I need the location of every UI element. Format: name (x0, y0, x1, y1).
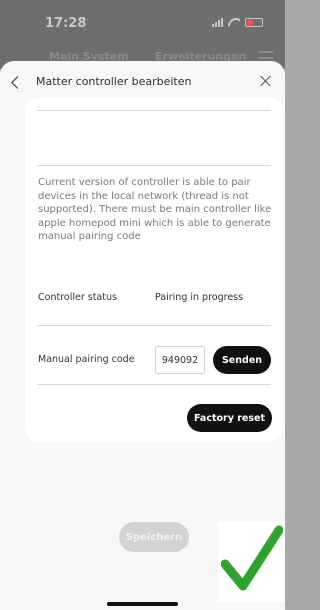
signal-icon (212, 18, 223, 27)
status-bar: 17:28 (0, 0, 285, 44)
checkmark-overlay (218, 522, 285, 602)
close-icon[interactable] (260, 75, 272, 87)
divider (37, 384, 271, 385)
checkmark-icon (221, 525, 283, 591)
battery-icon (245, 18, 263, 27)
divider (37, 110, 271, 111)
sheet-header: Matter controller bearbeiten (0, 61, 285, 101)
controller-card: Current version of controller is able to… (25, 98, 283, 442)
controller-description: Current version of controller is able to… (38, 177, 272, 242)
send-button[interactable]: Senden (213, 346, 271, 374)
controller-status-label: Controller status (38, 292, 117, 303)
home-indicator (107, 602, 178, 606)
wifi-icon (228, 18, 240, 27)
sheet-title: Matter controller bearbeiten (36, 75, 192, 88)
factory-reset-button[interactable]: Factory reset (187, 404, 272, 432)
divider (37, 165, 271, 166)
pairing-code-input[interactable] (155, 346, 205, 374)
divider (37, 325, 271, 326)
status-time: 17:28 (45, 16, 87, 31)
pairing-code-label: Manual pairing code (38, 354, 135, 365)
save-button[interactable]: Speichern (119, 522, 189, 552)
controller-status-value: Pairing in progress (155, 292, 244, 303)
menu-icon[interactable] (259, 51, 273, 59)
back-icon[interactable] (11, 76, 24, 89)
status-icons (212, 18, 263, 27)
